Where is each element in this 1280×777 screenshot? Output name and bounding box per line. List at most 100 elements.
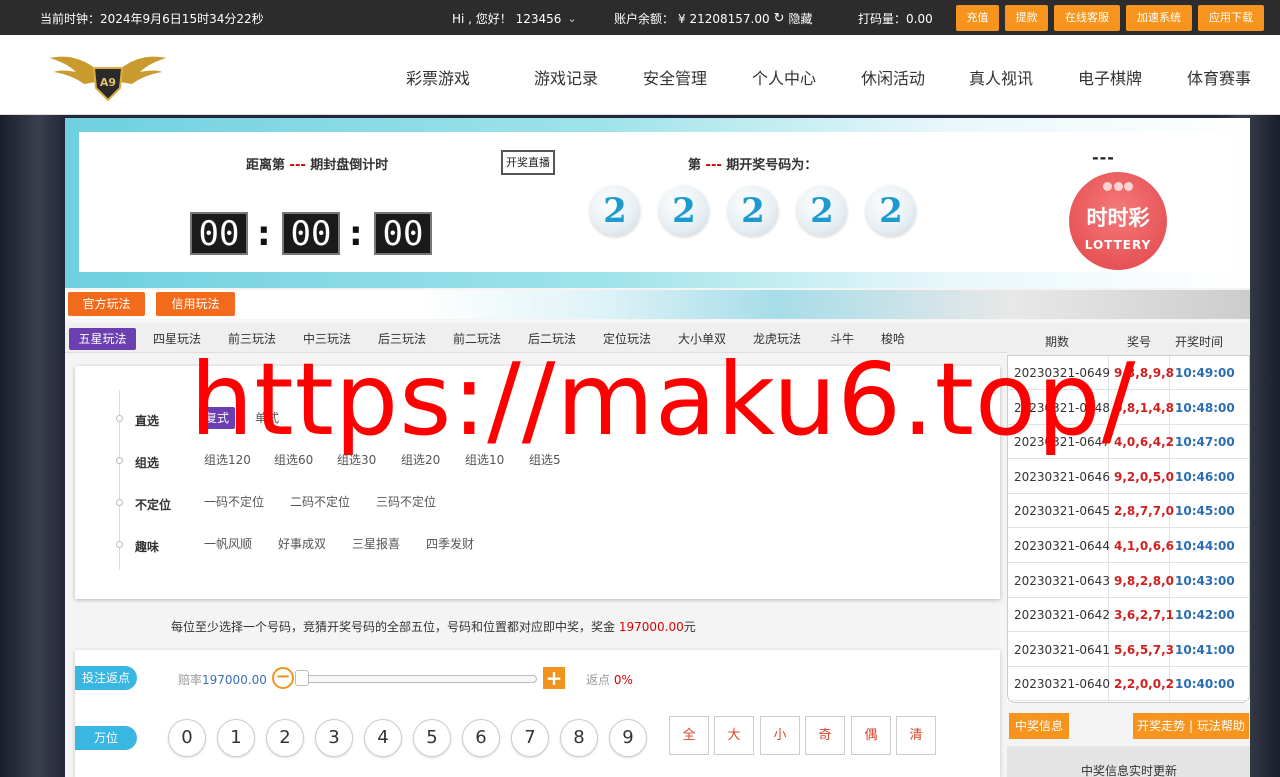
option-two-unfixed[interactable]: 二码不定位 — [290, 491, 350, 513]
tab-five-star[interactable]: 五星玩法 — [69, 328, 136, 350]
number-ball-4[interactable]: 4 — [364, 719, 402, 757]
online-service-button[interactable]: 在线客服 — [1054, 5, 1120, 31]
timeline-dot — [116, 541, 123, 548]
description-text: 每位至少选择一个号码，竞猜开奖号码的全部五位，号码和位置都对应即中奖，奖金 — [171, 620, 616, 634]
draw-ball: 2 — [728, 186, 778, 236]
main-content: 距离第 --- 期封盘倒计时 开奖直播 00 : 00 : 00 第 --- 期… — [65, 118, 1250, 777]
history-period: 20230321-0644 — [1014, 539, 1110, 553]
number-ball-3[interactable]: 3 — [315, 719, 353, 757]
tab-bull[interactable]: 斗牛 — [822, 328, 862, 350]
history-numbers: 9,8,2,8,0 — [1114, 573, 1174, 588]
option-group30[interactable]: 组选30 — [337, 449, 376, 471]
official-play-button[interactable]: 官方玩法 — [68, 292, 145, 316]
play-mode-bar: 官方玩法 信用玩法 — [65, 290, 1250, 319]
tab-back-three[interactable]: 后三玩法 — [372, 328, 432, 350]
option-compound[interactable]: 复式 — [199, 407, 236, 429]
site-logo[interactable]: A9 — [48, 50, 168, 102]
number-ball-8[interactable]: 8 — [560, 719, 598, 757]
rebate-slider[interactable] — [297, 675, 537, 683]
quick-odd-button[interactable]: 奇 — [805, 716, 845, 755]
number-ball-9[interactable]: 9 — [609, 719, 647, 757]
tab-middle-three[interactable]: 中三玩法 — [297, 328, 357, 350]
hide-balance-link[interactable]: 隐藏 — [789, 10, 813, 27]
position-pill-wan: 万位 — [75, 726, 137, 750]
option-fun-4[interactable]: 四季发财 — [426, 533, 474, 555]
app-download-button[interactable]: 应用下载 — [1198, 5, 1264, 31]
nav-game-records[interactable]: 游戏记录 — [534, 65, 598, 89]
number-ball-2[interactable]: 2 — [266, 719, 304, 757]
balance-label: 账户余额： — [614, 12, 675, 26]
draw-ball: 2 — [590, 186, 640, 236]
quick-clear-button[interactable]: 清 — [896, 716, 936, 755]
option-single[interactable]: 单式 — [255, 407, 279, 429]
option-group60[interactable]: 组选60 — [274, 449, 313, 471]
tab-front-three[interactable]: 前三玩法 — [222, 328, 282, 350]
countdown-seconds: 00 — [374, 212, 432, 255]
live-draw-button[interactable]: 开奖直播 — [501, 150, 555, 175]
number-ball-6[interactable]: 6 — [462, 719, 500, 757]
quick-all-button[interactable]: 全 — [669, 716, 709, 755]
decrease-rebate-button[interactable]: − — [272, 667, 294, 689]
tab-showhand[interactable]: 梭哈 — [877, 328, 909, 350]
history-list: 20230321-0649 9,3,8,9,8 10:49:00 20230321-0… — [1007, 355, 1250, 704]
nav-live-video[interactable]: 真人视讯 — [969, 65, 1033, 89]
nav-leisure[interactable]: 休闲活动 — [861, 65, 925, 89]
option-three-unfixed[interactable]: 三码不定位 — [376, 491, 436, 513]
tab-position[interactable]: 定位玩法 — [597, 328, 657, 350]
user-greeting[interactable]: Hi , 您好！ 123456 ⌄ — [452, 10, 577, 27]
quick-even-button[interactable]: 偶 — [851, 716, 891, 755]
option-group120[interactable]: 组选120 — [204, 449, 251, 471]
draw-ball: 2 — [659, 186, 709, 236]
chevron-down-icon: ⌄ — [567, 12, 577, 25]
history-period: 20230321-0643 — [1014, 573, 1110, 588]
number-ball-7[interactable]: 7 — [511, 719, 549, 757]
slider-handle[interactable] — [295, 670, 309, 686]
history-period: 20230321-0649 — [1014, 366, 1110, 380]
history-row: 20230321-0644 4,1,0,6,6 10:44:00 — [1008, 529, 1249, 563]
nav-personal-center[interactable]: 个人中心 — [752, 65, 816, 89]
trend-help-button[interactable]: 开奖走势 | 玩法帮助 — [1133, 713, 1249, 739]
recharge-button[interactable]: 充值 — [956, 5, 999, 31]
option-fun-1[interactable]: 一帆风顺 — [204, 533, 252, 555]
nav-lottery[interactable]: 彩票游戏 — [406, 65, 470, 89]
refresh-icon[interactable]: ↻ — [774, 11, 785, 26]
option-fun-3[interactable]: 三星报喜 — [352, 533, 400, 555]
nav-security[interactable]: 安全管理 — [643, 65, 707, 89]
number-ball-1[interactable]: 1 — [217, 719, 255, 757]
tab-dragon-tiger[interactable]: 龙虎玩法 — [747, 328, 807, 350]
option-one-unfixed[interactable]: 一码不定位 — [204, 491, 264, 513]
quick-small-button[interactable]: 小 — [760, 716, 800, 755]
nav-sports[interactable]: 体育赛事 — [1187, 65, 1251, 89]
history-numbers: 5,6,5,7,3 — [1114, 642, 1174, 657]
timeline-dot — [116, 415, 123, 422]
draw-banner: 距离第 --- 期封盘倒计时 开奖直播 00 : 00 : 00 第 --- 期… — [65, 118, 1250, 288]
tab-back-two[interactable]: 后二玩法 — [522, 328, 582, 350]
option-group5[interactable]: 组选5 — [529, 449, 561, 471]
accelerate-system-button[interactable]: 加速系统 — [1126, 5, 1192, 31]
tab-big-small-odd-even[interactable]: 大小单双 — [672, 328, 732, 350]
number-ball-5[interactable]: 5 — [413, 719, 451, 757]
history-time: 10:42:00 — [1175, 608, 1235, 623]
logo-en-text: LOTTERY — [1084, 238, 1152, 252]
history-row: 20230321-0641 5,6,5,7,3 10:41:00 — [1008, 633, 1249, 667]
win-info-button[interactable]: 中奖信息 — [1009, 713, 1069, 739]
odds-value: 197000.00 — [202, 673, 267, 687]
realtime-label: 中奖信息实时更新 — [1081, 764, 1178, 777]
quick-big-button[interactable]: 大 — [714, 716, 754, 755]
tab-four-star[interactable]: 四星玩法 — [147, 328, 207, 350]
option-group20[interactable]: 组选20 — [401, 449, 440, 471]
option-group10[interactable]: 组选10 — [465, 449, 504, 471]
history-row: 20230321-0647 4,0,6,4,2 10:47:00 — [1008, 425, 1249, 460]
withdraw-button[interactable]: 提款 — [1005, 5, 1048, 31]
banner-panel: 距离第 --- 期封盘倒计时 开奖直播 00 : 00 : 00 第 --- 期… — [79, 132, 1234, 272]
row-label-group: 组选 — [135, 456, 160, 470]
tab-front-two[interactable]: 前二玩法 — [447, 328, 507, 350]
timeline-dot — [116, 499, 123, 506]
logo-dots — [1103, 182, 1133, 194]
increase-rebate-button[interactable]: + — [543, 667, 565, 689]
option-fun-2[interactable]: 好事成双 — [278, 533, 326, 555]
nav-e-chess[interactable]: 电子棋牌 — [1078, 65, 1142, 89]
number-ball-0[interactable]: 0 — [168, 719, 206, 757]
credit-play-button[interactable]: 信用玩法 — [156, 292, 235, 316]
draw-ball: 2 — [866, 186, 916, 236]
